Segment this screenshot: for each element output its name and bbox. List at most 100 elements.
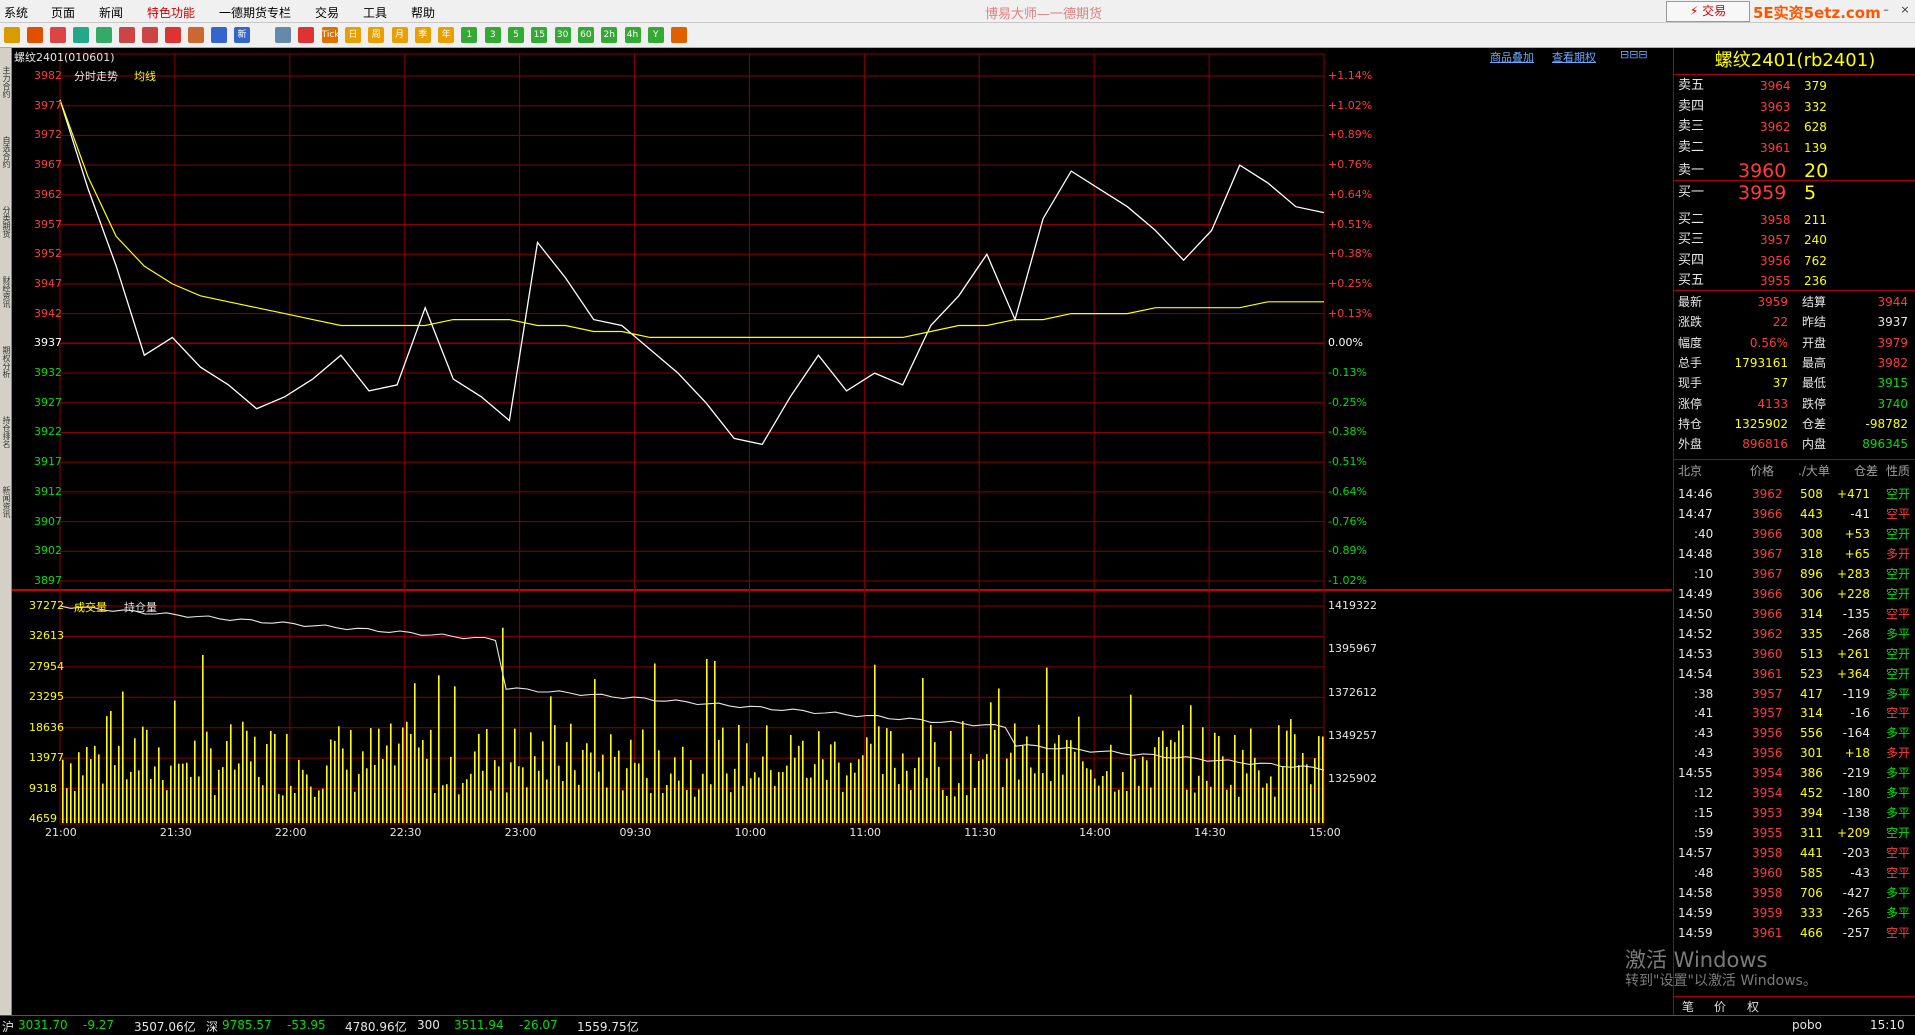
zoom-in-icon[interactable] <box>119 27 135 43</box>
60min-icon[interactable]: 60 <box>578 27 594 43</box>
ask-row[interactable]: 卖三3962628 <box>1678 117 1914 137</box>
left-tab-1[interactable]: 自选合约 <box>0 120 11 184</box>
options-link[interactable]: 查看期权 <box>1552 49 1596 65</box>
volume-bar <box>438 675 440 823</box>
time-tick: 21:30 <box>160 826 192 839</box>
left-tab-3[interactable]: 财经资讯 <box>0 260 11 324</box>
filter-icon[interactable] <box>211 27 227 43</box>
open-interest-tick: 1325902 <box>1328 772 1377 785</box>
zoom-out-icon[interactable] <box>142 27 158 43</box>
volume-bar <box>1118 790 1120 823</box>
sheet-icon[interactable] <box>275 27 291 43</box>
menu-page[interactable]: 页面 <box>51 4 75 21</box>
tick-row[interactable]: 14:463962508+471空开 <box>1674 484 1915 504</box>
tick-row[interactable]: 14:533960513+261空开 <box>1674 644 1915 664</box>
ask-label: 卖五 <box>1678 76 1704 96</box>
menu-tools[interactable]: 工具 <box>363 4 387 21</box>
timeshare-icon[interactable] <box>298 27 314 43</box>
1min-icon[interactable]: 1 <box>461 27 477 43</box>
tick-row[interactable]: 14:553954386-219多平 <box>1674 763 1915 783</box>
menu-features[interactable]: 特色功能 <box>147 4 195 21</box>
draw-icon[interactable] <box>165 27 181 43</box>
volume-bar <box>866 737 868 823</box>
tick-row[interactable]: :123954452-180多平 <box>1674 783 1915 803</box>
week-icon[interactable]: 周 <box>368 27 384 43</box>
tick-row[interactable]: :103967896+283空开 <box>1674 564 1915 584</box>
tick-row[interactable]: :403966308+53空开 <box>1674 524 1915 544</box>
tab-prices[interactable]: 价 <box>1714 998 1726 1015</box>
menu-trade[interactable]: 交易 <box>315 4 339 21</box>
ask-row[interactable]: 卖二3961139 <box>1678 138 1914 158</box>
tick-row[interactable]: 14:473966443-41空平 <box>1674 504 1915 524</box>
volume-bar <box>166 790 168 823</box>
menu-yide-column[interactable]: 一德期货专栏 <box>219 4 291 21</box>
tab-trades[interactable]: 笔 <box>1682 998 1694 1015</box>
tick-row[interactable]: 14:493966306+228空开 <box>1674 584 1915 604</box>
2h-icon[interactable]: 2h <box>601 27 617 43</box>
menu-system[interactable]: 系统 <box>4 4 28 21</box>
volume-bar <box>1274 797 1276 823</box>
volume-tick: 9318 <box>29 782 57 795</box>
day-icon[interactable]: 日 <box>345 27 361 43</box>
ask-row[interactable]: 卖一396020 <box>1678 161 1914 181</box>
tick-row[interactable]: 14:593961466-257空平 <box>1674 923 1915 943</box>
tick-row[interactable]: 14:593959333-265多平 <box>1674 903 1915 923</box>
tick-row[interactable]: 14:573958441-203空平 <box>1674 843 1915 863</box>
window-close-icon[interactable]: × <box>1897 2 1913 18</box>
news-icon[interactable] <box>50 27 66 43</box>
tick-row[interactable]: 14:503966314-135空平 <box>1674 604 1915 624</box>
bid-row[interactable]: 买一39595 <box>1678 183 1914 203</box>
bid-row[interactable]: 买五3955236 <box>1678 271 1914 291</box>
tick-row[interactable]: :433956556-164多平 <box>1674 723 1915 743</box>
volume-bar <box>210 748 212 823</box>
yearly-icon[interactable]: Y <box>648 27 664 43</box>
back-icon[interactable] <box>4 27 20 43</box>
tick-row[interactable]: :383957417-119多平 <box>1674 684 1915 704</box>
4h-icon[interactable]: 4h <box>625 27 641 43</box>
year-icon[interactable]: 年 <box>438 27 454 43</box>
15min-icon[interactable]: 15 <box>531 27 547 43</box>
ask-row[interactable]: 卖四3963332 <box>1678 97 1914 117</box>
bid-row[interactable]: 买二3958211 <box>1678 210 1914 230</box>
tick-row[interactable]: :433956301+18多开 <box>1674 743 1915 763</box>
timeshare-chart[interactable]: 螺纹2401(010601) 商品叠加 查看期权 ⊟⊟⊟ 分时走势 均线 成交量… <box>12 48 1672 1015</box>
5min-icon[interactable]: 5 <box>508 27 524 43</box>
tick-row[interactable]: :153953394-138多平 <box>1674 803 1915 823</box>
month-icon[interactable]: 月 <box>392 27 408 43</box>
30min-icon[interactable]: 30 <box>555 27 571 43</box>
left-tab-5[interactable]: 持仓排名 <box>0 400 11 464</box>
menu-help[interactable]: 帮助 <box>411 4 435 21</box>
bid-row[interactable]: 买四3956762 <box>1678 251 1914 271</box>
tick-row[interactable]: 14:583958706-427多平 <box>1674 883 1915 903</box>
window-minimize-icon[interactable]: – <box>1878 2 1894 18</box>
left-tab-0[interactable]: 主力合约 <box>0 50 11 114</box>
tick-row[interactable]: 14:543961523+364空开 <box>1674 664 1915 684</box>
trade-button[interactable]: ⚡ 交易 <box>1666 1 1750 22</box>
refresh-icon[interactable] <box>73 27 89 43</box>
tick-row[interactable]: :483960585-43空平 <box>1674 863 1915 883</box>
left-tab-6[interactable]: 新闻资讯 <box>0 470 11 534</box>
tick-row[interactable]: :593955311+209空开 <box>1674 823 1915 843</box>
tick-row[interactable]: 14:483967318+65多开 <box>1674 544 1915 564</box>
tick-row[interactable]: 14:523962335-268多平 <box>1674 624 1915 644</box>
volume-bar <box>1250 729 1252 823</box>
tick-row[interactable]: :413957314-16空平 <box>1674 703 1915 723</box>
calendar-icon[interactable] <box>671 27 687 43</box>
tab-rights[interactable]: 权 <box>1747 998 1759 1015</box>
tick-icon[interactable]: Tick <box>322 27 338 43</box>
new-icon[interactable]: 新 <box>234 27 250 43</box>
quarter-icon[interactable]: 季 <box>415 27 431 43</box>
left-tab-2[interactable]: 分类期货 <box>0 190 11 254</box>
menu-news[interactable]: 新闻 <box>99 4 123 21</box>
bid-row[interactable]: 买三3957240 <box>1678 230 1914 250</box>
tick-nature: 多平 <box>1886 684 1910 704</box>
home-icon[interactable] <box>27 27 43 43</box>
bid-price: 3959 <box>1738 183 1786 203</box>
overlay-link[interactable]: 商品叠加 <box>1490 49 1534 65</box>
left-tab-4[interactable]: 期权分析 <box>0 330 11 394</box>
ask-row[interactable]: 卖五3964379 <box>1678 76 1914 96</box>
layout-switch-icon[interactable]: ⊟⊟⊟ <box>1620 48 1648 61</box>
tools-icon[interactable] <box>188 27 204 43</box>
list-icon[interactable] <box>96 27 112 43</box>
3min-icon[interactable]: 3 <box>485 27 501 43</box>
